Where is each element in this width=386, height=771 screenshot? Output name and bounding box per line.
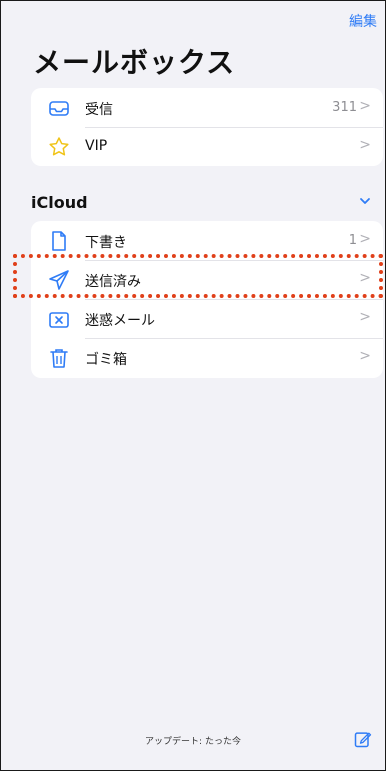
chevron-down-icon[interactable] bbox=[357, 193, 373, 209]
unread-count: 1 bbox=[348, 233, 357, 248]
mailbox-junk[interactable]: 迷惑メール > bbox=[31, 299, 383, 338]
highlight-box bbox=[13, 254, 383, 298]
unread-count: 311 bbox=[332, 100, 357, 115]
icloud-mailboxes-list: 下書き 1 > 送信済み > 迷惑メール > ゴミ箱 > bbox=[31, 221, 383, 378]
mailbox-label: VIP bbox=[85, 138, 108, 154]
mailbox-trash[interactable]: ゴミ箱 > bbox=[31, 338, 383, 377]
chevron-right-icon: > bbox=[359, 348, 371, 364]
trash-icon bbox=[50, 349, 68, 368]
edit-button[interactable]: 編集 bbox=[349, 11, 377, 31]
mailbox-label: 迷惑メール bbox=[85, 313, 155, 329]
compose-icon[interactable] bbox=[353, 729, 373, 749]
mailboxes-screen: 編集 メールボックス 受信 311 > VIP > iCloud 下書き 1 >… bbox=[0, 0, 386, 771]
update-status: アップデート: たった今 bbox=[145, 737, 241, 747]
mailbox-inbox[interactable]: 受信 311 > bbox=[31, 88, 383, 127]
chevron-right-icon: > bbox=[359, 98, 371, 114]
page-title: メールボックス bbox=[33, 46, 236, 79]
chevron-right-icon: > bbox=[359, 137, 371, 153]
document-icon bbox=[52, 231, 66, 251]
star-outline-icon bbox=[49, 137, 69, 156]
mailbox-vip[interactable]: VIP > bbox=[31, 127, 383, 166]
junk-tray-icon bbox=[49, 312, 69, 328]
mailbox-label: ゴミ箱 bbox=[85, 352, 127, 368]
mailbox-label: 受信 bbox=[85, 102, 113, 118]
chevron-right-icon: > bbox=[359, 309, 371, 325]
inbox-tray-icon bbox=[49, 101, 69, 116]
mailbox-label: 下書き bbox=[85, 235, 127, 251]
section-header-icloud[interactable]: iCloud bbox=[31, 193, 88, 212]
chevron-right-icon: > bbox=[359, 231, 371, 247]
top-mailboxes-list: 受信 311 > VIP > bbox=[31, 88, 383, 166]
